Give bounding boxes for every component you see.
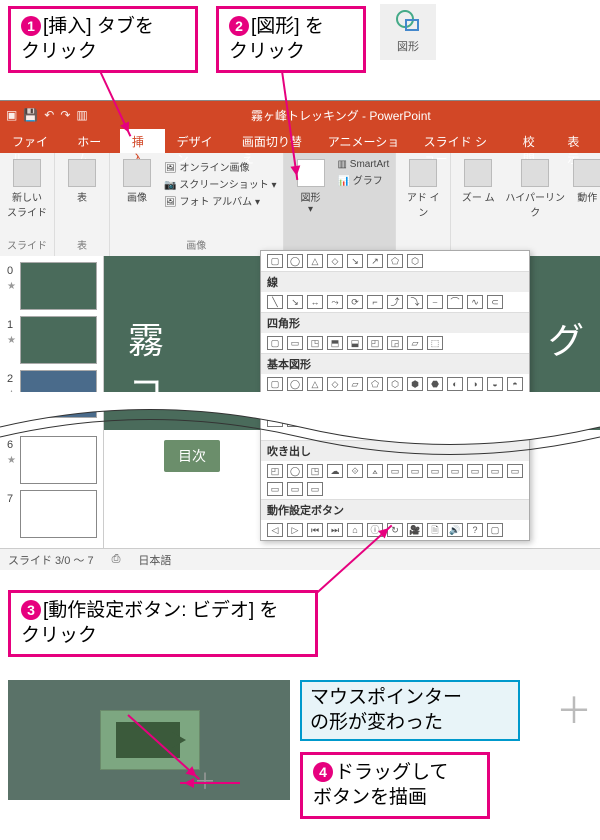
callout-blue-line2: の形が変わった: [310, 712, 443, 733]
drag-illustration: ＋: [8, 680, 290, 800]
table-label: 表: [77, 193, 87, 204]
tab-slideshow[interactable]: スライド ショー: [412, 129, 511, 153]
action-end-icon[interactable]: ⏭: [327, 523, 343, 537]
quick-access-toolbar: ▣ 💾 ↶ ↷ ▥: [6, 108, 88, 122]
callout-4-number: 4: [313, 762, 333, 782]
callout-4-text-b: ボタンを描画: [313, 787, 427, 808]
zoom-label: ズー ム: [462, 193, 495, 204]
callout-1-text-a: [挿入] タブを: [43, 16, 154, 37]
callout-blue-line1: マウスポインター: [310, 687, 462, 708]
thumbnail-0[interactable]: 0: [20, 262, 97, 310]
callout-2-text-a: [図形] を: [251, 16, 324, 37]
status-notes-icon[interactable]: ⎙: [112, 553, 121, 566]
title-bar: ▣ 💾 ↶ ↷ ▥ 霧ヶ峰トレッキング - PowerPoint: [0, 101, 600, 129]
shapes-label: 図形: [301, 193, 321, 204]
status-bar: スライド 3/0 ～ 7 ⎙ 日本語: [0, 548, 600, 570]
ribbon-group-links: ズー ム ハイパーリンク 動作: [451, 153, 600, 256]
new-slide-button[interactable]: 新しい スライド: [6, 157, 48, 219]
ribbon-group-table: 表 表: [55, 153, 110, 256]
online-image-button[interactable]: 🖼 オンライン画像: [164, 159, 277, 174]
gallery-cat-basic: 基本図形: [261, 353, 529, 374]
shapes-icon: [394, 8, 422, 36]
shape-icon[interactable]: ▢: [267, 254, 283, 268]
thumbnail-7[interactable]: 7: [20, 490, 97, 538]
redo-icon[interactable]: ↷: [60, 108, 70, 122]
gallery-cat-lines: 線: [261, 271, 529, 292]
callout-2-number: 2: [229, 16, 249, 36]
ribbon-group-addin: アド イン: [396, 153, 451, 256]
screenshot-button[interactable]: 📷 スクリーンショット ▾: [164, 176, 277, 191]
tab-view[interactable]: 表示: [555, 129, 600, 153]
callout-1-text-b: クリック: [21, 41, 97, 62]
document-title: 霧ヶ峰トレッキング - PowerPoint: [88, 107, 594, 124]
ribbon-group-image: 画像 🖼 オンライン画像 📷 スクリーンショット ▾ 🖼 フォト アルバム ▾ …: [110, 153, 284, 256]
shapes-button-sample: 図形: [380, 4, 436, 60]
action-button[interactable]: 動作: [571, 157, 600, 204]
callout-blue: マウスポインター の形が変わった: [300, 680, 520, 741]
zoom-button[interactable]: ズー ム: [457, 157, 499, 204]
callout-3-text-b: クリック: [21, 625, 97, 646]
photo-album-button[interactable]: 🖼 フォト アルバム ▾: [164, 193, 277, 208]
callout-3-number: 3: [21, 600, 41, 620]
new-slide-label: 新しい スライド: [7, 193, 47, 219]
tab-review[interactable]: 校閲: [511, 129, 556, 153]
callout-4: 4ドラッグして ボタンを描画: [300, 752, 490, 819]
tab-file[interactable]: ファイル: [0, 129, 65, 153]
pointer-4: [180, 782, 240, 784]
image-button[interactable]: 画像: [116, 157, 158, 204]
callout-3: 3[動作設定ボタン: ビデオ] を クリック: [8, 590, 318, 657]
action-sound-icon[interactable]: 🔊: [447, 523, 463, 537]
start-slideshow-icon[interactable]: ▥: [76, 108, 87, 122]
hyperlink-button[interactable]: ハイパーリンク: [505, 157, 565, 219]
chart-button[interactable]: 📊 グラフ: [338, 172, 390, 187]
group-label-table: 表: [61, 237, 103, 252]
tab-transitions[interactable]: 画面切り替え: [230, 129, 316, 153]
action-buttons-row: ◁ ▷ ⏮ ⏭ ⌂ ⓘ ↻ 🎥 🗎 🔊 ? ▢: [261, 520, 529, 540]
status-slide-count: スライド 3/0 ～ 7: [8, 552, 94, 568]
action-blank-icon[interactable]: ▢: [487, 523, 503, 537]
crosshair-large-icon: ＋: [556, 682, 592, 734]
group-label-slide: スライド: [6, 237, 48, 252]
callout-2-text-b: クリック: [229, 41, 305, 62]
action-video-icon[interactable]: 🎥: [407, 523, 423, 537]
tab-animations[interactable]: アニメーション: [316, 129, 412, 153]
action-document-icon[interactable]: 🗎: [427, 523, 443, 537]
callout-1: 1[挿入] タブを クリック: [8, 6, 198, 73]
addin-button[interactable]: アド イン: [402, 157, 444, 219]
thumbnail-1[interactable]: 1: [20, 316, 97, 364]
action-label: 動作: [577, 193, 597, 204]
gallery-cat-action: 動作設定ボタン: [261, 499, 529, 520]
callout-2: 2[図形] を クリック: [216, 6, 366, 73]
table-button[interactable]: 表: [61, 157, 103, 204]
action-begin-icon[interactable]: ⏮: [307, 523, 323, 537]
shapes-button-label: 図形: [397, 41, 419, 53]
addin-label: アド イン: [407, 193, 440, 219]
gallery-cat-rects: 四角形: [261, 312, 529, 333]
callout-1-number: 1: [21, 16, 41, 36]
action-back-icon[interactable]: ◁: [267, 523, 283, 537]
tab-home[interactable]: ホーム: [65, 129, 120, 153]
status-language: 日本語: [138, 552, 171, 568]
ribbon-tabs: ファイル ホーム 挿入 デザイン 画面切り替え アニメーション スライド ショー…: [0, 129, 600, 153]
undo-icon[interactable]: ↶: [44, 108, 54, 122]
callout-3-text-a: [動作設定ボタン: ビデオ] を: [43, 600, 278, 621]
group-label-image: 画像: [116, 237, 277, 252]
app-icon: ▣: [6, 108, 17, 122]
hyperlink-label: ハイパーリンク: [505, 193, 565, 219]
tab-design[interactable]: デザイン: [165, 129, 230, 153]
action-help-icon[interactable]: ?: [467, 523, 483, 537]
ribbon-group-slide: 新しい スライド スライド: [0, 153, 55, 256]
save-icon[interactable]: 💾: [23, 108, 38, 122]
recent-shapes-row: ▢◯△◇↘↗⬠⬡: [261, 251, 529, 271]
smartart-button[interactable]: ▥ SmartArt: [338, 159, 390, 170]
callout-4-text-a: ドラッグして: [335, 762, 448, 783]
image-label: 画像: [127, 193, 147, 204]
curve-mask: [0, 392, 600, 462]
action-forward-icon[interactable]: ▷: [287, 523, 303, 537]
action-home-icon[interactable]: ⌂: [347, 523, 363, 537]
